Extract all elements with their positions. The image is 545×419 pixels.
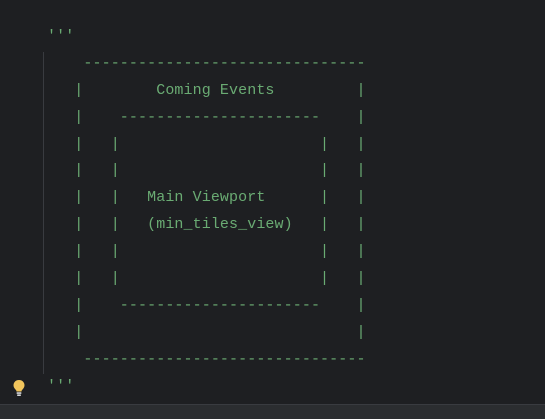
code-line: | | Main Viewport | |: [47, 189, 366, 207]
code-line: | | | |: [47, 135, 366, 153]
code-line: | | | |: [47, 270, 366, 288]
code-line: ''': [47, 377, 75, 395]
code-line: | ---------------------- |: [47, 108, 366, 126]
code-line: -------------------------------: [47, 350, 366, 368]
code-line: | | | |: [47, 243, 366, 261]
code-editor[interactable]: ''' ------------------------------- | Co…: [0, 0, 545, 404]
indent-guide: [43, 52, 44, 374]
code-line: | | | |: [47, 162, 366, 180]
editor-gutter: [0, 0, 40, 404]
code-line: ''': [47, 28, 75, 45]
code-line: | |: [47, 323, 366, 341]
code-line: | Coming Events |: [47, 81, 366, 99]
code-line: -------------------------------: [47, 54, 366, 72]
code-line: | ---------------------- |: [47, 296, 366, 314]
lightbulb-icon[interactable]: [12, 379, 26, 397]
editor-bottom-bar: [0, 404, 545, 419]
code-text[interactable]: ''' ------------------------------- | Co…: [47, 24, 366, 400]
code-line: | | (min_tiles_view) | |: [47, 216, 366, 234]
